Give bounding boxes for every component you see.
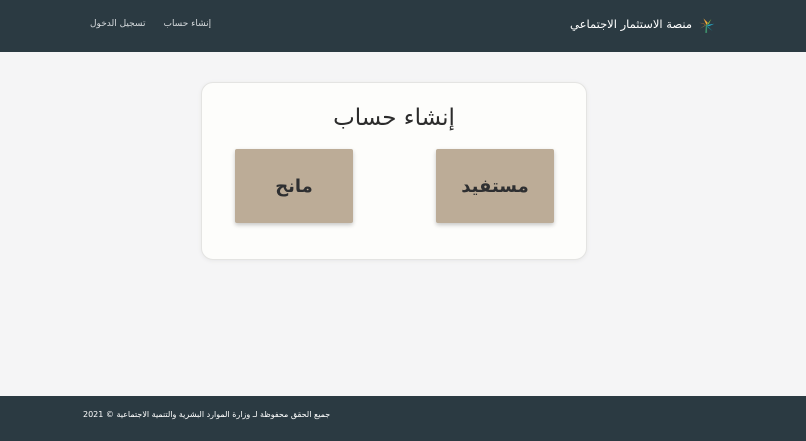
palm-logo-icon [699, 18, 715, 33]
nav-create-account-link[interactable]: إنشاء حساب [163, 19, 211, 29]
nav-links: إنشاء حساب تسجيل الدخول [90, 17, 211, 31]
beneficiary-button[interactable]: مستفيد [436, 149, 554, 223]
top-navbar: منصة الاستثمار الاجتماعي إنشاء حساب تسجي… [0, 0, 806, 52]
create-account-card: إنشاء حساب مستفيد مانح [201, 82, 587, 260]
brand-name: منصة الاستثمار الاجتماعي [570, 17, 693, 32]
nav-login-link[interactable]: تسجيل الدخول [90, 19, 145, 29]
donor-button[interactable]: مانح [235, 149, 353, 223]
footer: جميع الحقق محفوظة لـ وزارة الموارد البشر… [0, 396, 806, 441]
copyright-text: جميع الحقق محفوظة لـ وزارة الموارد البشر… [83, 410, 331, 419]
brand-link[interactable]: منصة الاستثمار الاجتماعي [570, 11, 715, 39]
page-title: إنشاء حساب [333, 105, 455, 131]
